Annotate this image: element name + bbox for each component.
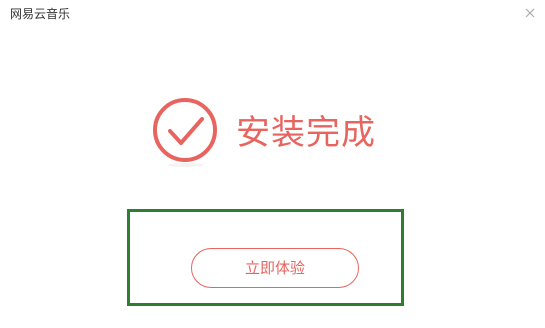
highlight-box: 立即体验 <box>127 209 404 306</box>
window-title: 网易云音乐 <box>10 7 71 21</box>
try-now-button[interactable]: 立即体验 <box>191 248 359 288</box>
install-complete-status: 安装完成 <box>152 97 392 177</box>
installer-window: 网易云音乐 安装完成 立即体验 <box>0 0 545 328</box>
check-circle-icon <box>153 98 217 167</box>
install-complete-text: 安装完成 <box>236 113 376 153</box>
close-icon <box>525 8 535 18</box>
close-button[interactable] <box>523 6 537 20</box>
